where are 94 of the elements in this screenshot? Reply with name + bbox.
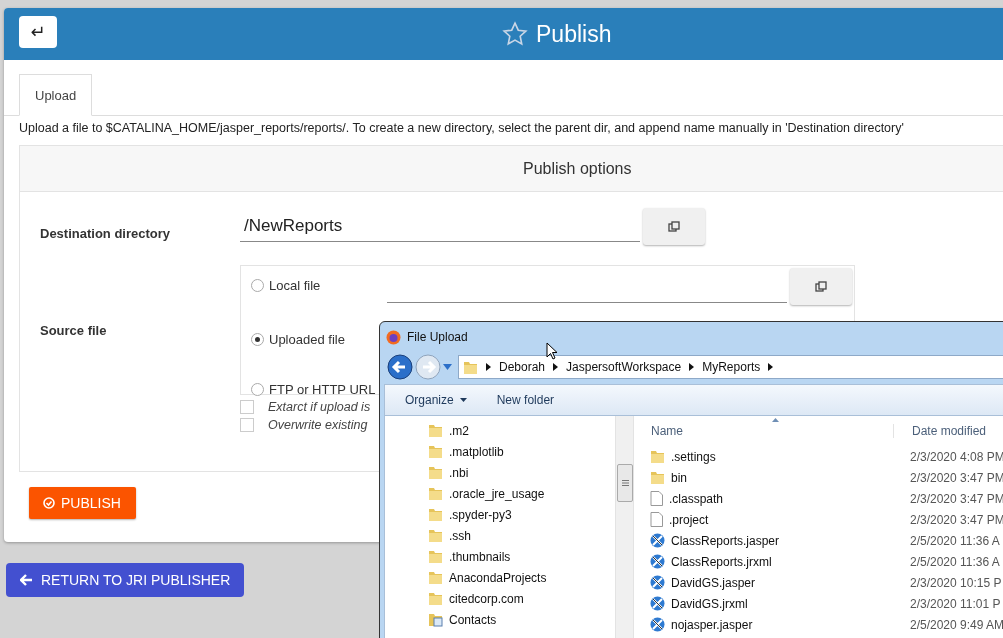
- panel-title: Publish options: [20, 146, 1003, 192]
- browse-button[interactable]: [790, 268, 852, 305]
- breadcrumb-item[interactable]: JaspersoftWorkspace: [566, 360, 682, 374]
- folder-icon: [650, 470, 665, 485]
- folder-icon: [428, 591, 443, 606]
- folder-icon: [428, 486, 443, 501]
- chevron-right-icon: [486, 363, 491, 371]
- field-label: Source file: [40, 322, 108, 338]
- folder-icon: [428, 528, 443, 543]
- scrollbar[interactable]: [615, 416, 633, 638]
- folder-icon: [650, 449, 665, 464]
- breadcrumb-item[interactable]: Deborah: [499, 360, 546, 374]
- file-date: 2/3/2020 3:47 PM: [909, 491, 1003, 506]
- chevron-right-icon: [768, 363, 774, 371]
- file-name[interactable]: bin: [634, 470, 895, 485]
- radio-button[interactable]: [251, 383, 264, 396]
- browse-button[interactable]: [643, 208, 705, 245]
- jasper-file-icon: [650, 533, 665, 548]
- nav-item[interactable]: .ssh: [385, 525, 615, 546]
- file-name[interactable]: DavidGS.jasper: [634, 575, 895, 590]
- folder-icon: [428, 423, 443, 438]
- file-name[interactable]: nojasper.jasper: [634, 617, 895, 632]
- contacts-icon: [428, 612, 443, 627]
- nav-item[interactable]: citedcorp.com: [385, 588, 615, 609]
- destination-field[interactable]: /NewReports: [240, 212, 640, 242]
- file-name[interactable]: DavidGS.jrxml: [634, 596, 895, 611]
- nav-item[interactable]: .m2: [385, 420, 615, 441]
- nav-item[interactable]: .spyder-py3: [385, 504, 615, 525]
- file-icon: [650, 512, 663, 527]
- nav-item[interactable]: .matplotlib: [385, 441, 615, 462]
- dialog-title: File Upload: [407, 330, 468, 344]
- scroll-thumb[interactable]: [617, 464, 633, 502]
- address-bar[interactable]: Deborah JaspersoftWorkspace MyReports: [458, 355, 1003, 379]
- nav-item[interactable]: .oracle_jre_usage: [385, 483, 615, 504]
- tab[interactable]: Upload: [19, 74, 93, 116]
- checkbox-label: Overwrite existing: [268, 418, 368, 432]
- radio-label: Local file: [269, 278, 321, 293]
- radio-label: Uploaded file: [269, 332, 345, 347]
- mouse-cursor-icon: [546, 342, 558, 360]
- column-header[interactable]: Name: [634, 424, 893, 438]
- browser-logo-icon: [386, 329, 401, 345]
- file-date: 2/3/2020 3:47 PM: [909, 512, 1003, 527]
- page-title: Publish: [536, 20, 612, 48]
- jasper-file-icon: [650, 617, 665, 632]
- toolbar-button[interactable]: Organize: [405, 393, 467, 407]
- jasper-file-icon: [650, 554, 665, 569]
- file-name[interactable]: .settings: [634, 449, 895, 464]
- column-header[interactable]: Date modified: [893, 424, 987, 438]
- nav-item[interactable]: AnacondaProjects: [385, 567, 615, 588]
- copy-icon: [668, 220, 680, 233]
- folder-icon: [428, 444, 443, 459]
- nav-item[interactable]: .thumbnails: [385, 546, 615, 567]
- file-date: 2/3/2020 4:08 PM: [909, 449, 1003, 464]
- back-button[interactable]: ↵: [19, 16, 57, 48]
- file-name[interactable]: .classpath: [634, 491, 895, 506]
- sort-arrow-icon: [772, 418, 779, 422]
- chevron-right-icon: [553, 363, 559, 371]
- jasper-file-icon: [650, 596, 665, 611]
- field-label: Destination directory: [40, 226, 172, 241]
- folder-icon: [428, 507, 443, 522]
- file-date: 2/3/2020 11:01 P: [909, 596, 1001, 611]
- nav-item[interactable]: Contacts: [385, 609, 615, 630]
- radio-button[interactable]: [251, 279, 264, 292]
- info-text: Upload a file to $CATALINA_HOME/jasper_reports/reports/. To create a new directory, select the parent dir, and append name manually in 'Destination directory': [18, 120, 905, 135]
- checkbox[interactable]: [240, 400, 254, 414]
- file-name[interactable]: ClassReports.jrxml: [634, 554, 895, 569]
- jasper-file-icon: [650, 575, 665, 590]
- radio-label: FTP or HTTP URL: [269, 382, 376, 397]
- return-button[interactable]: RETURN TO JRI PUBLISHER: [6, 563, 245, 597]
- checkbox-label: Extarct if upload is: [268, 400, 371, 414]
- file-date: 2/5/2020 11:36 A: [909, 554, 1000, 569]
- radio-button[interactable]: [251, 333, 264, 346]
- checkbox[interactable]: [240, 418, 254, 432]
- folder-icon: [428, 465, 443, 480]
- file-name[interactable]: .project: [634, 512, 895, 527]
- file-icon: [650, 491, 663, 506]
- breadcrumb-item[interactable]: MyReports: [702, 360, 761, 374]
- copy-icon: [815, 280, 827, 293]
- toolbar-button[interactable]: New folder: [496, 393, 555, 407]
- chevron-right-icon: [689, 363, 695, 371]
- folder-icon: [428, 549, 443, 564]
- star-icon: [502, 21, 528, 47]
- folder-icon: [463, 359, 478, 375]
- file-date: 2/3/2020 10:15 P: [909, 575, 1002, 590]
- nav-item[interactable]: .nbi: [385, 462, 615, 483]
- file-name[interactable]: ClassReports.jasper: [634, 533, 895, 548]
- dropdown-icon[interactable]: [443, 364, 452, 370]
- caret-icon: [459, 398, 467, 402]
- file-date: 2/5/2020 11:36 A: [909, 533, 1000, 548]
- file-date: 2/5/2020 9:49 AM: [909, 617, 1003, 632]
- folder-icon: [428, 570, 443, 585]
- arrow-left-icon: [20, 574, 33, 586]
- file-date: 2/3/2020 3:47 PM: [909, 470, 1003, 485]
- check-circle-icon: [43, 497, 55, 509]
